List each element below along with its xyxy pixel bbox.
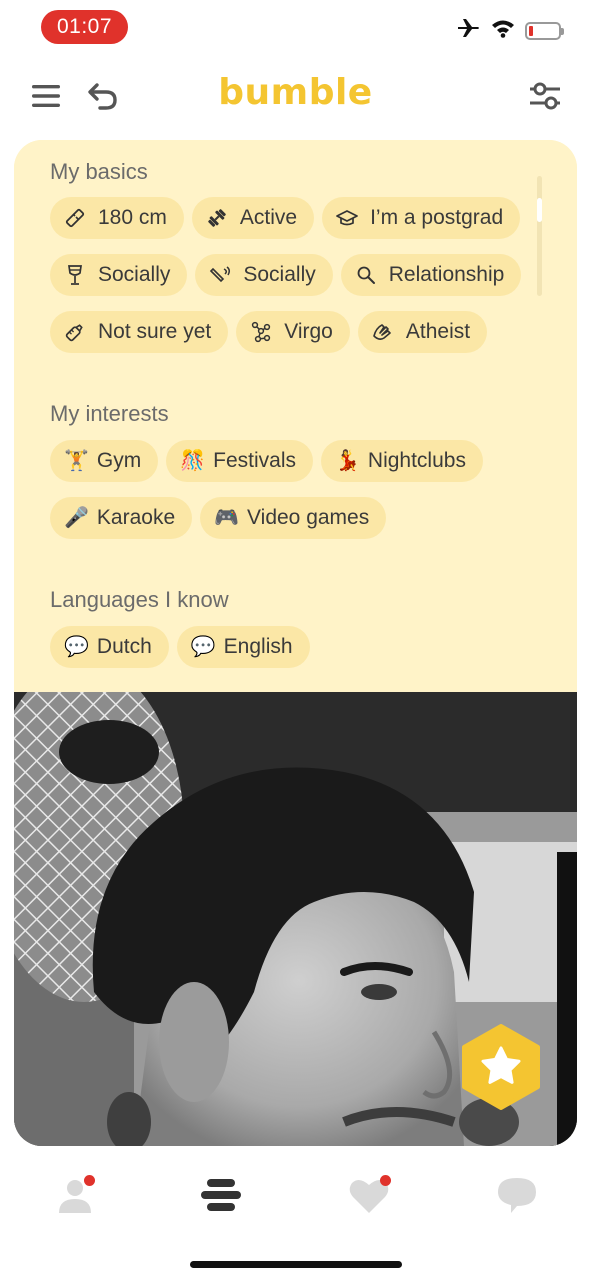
profile-info-panel: My basics 180 cm Active I’m a postgrad S… [14, 140, 577, 692]
nav-profile[interactable] [52, 1172, 98, 1218]
search-icon [355, 264, 377, 286]
praying-hands-icon [372, 321, 394, 343]
wifi-icon [491, 18, 515, 43]
scrollbar[interactable] [537, 176, 542, 296]
basic-chip: Relationship [340, 254, 522, 296]
basic-chip: Atheist [357, 311, 488, 353]
notification-dot [84, 1175, 95, 1186]
profile-card[interactable]: My basics 180 cm Active I’m a postgrad S… [14, 140, 577, 1146]
interests-chips: 🏋️ Gym 🎊 Festivals 💃 Nightclubs 🎤 Karaok… [50, 440, 530, 539]
language-chip: 💬 English [176, 626, 310, 668]
basic-chip: I’m a postgrad [322, 197, 521, 239]
nav-chats[interactable] [494, 1172, 540, 1218]
status-icons [457, 18, 564, 43]
basic-chip: 180 cm [50, 197, 184, 239]
star-icon [462, 1024, 540, 1110]
basics-chips: 180 cm Active I’m a postgrad Socially So… [50, 197, 530, 353]
airplane-icon [457, 18, 481, 43]
interest-chip: 💃 Nightclubs [321, 440, 483, 482]
game-controller-emoji-icon: 🎮 [214, 507, 240, 529]
interests-title: My interests [50, 401, 169, 426]
chat-bubble-icon [498, 1178, 536, 1213]
dumbbell-icon [206, 207, 228, 229]
app-header: bumble [0, 60, 591, 130]
home-indicator[interactable] [190, 1261, 402, 1268]
microphone-emoji-icon: 🎤 [64, 507, 89, 529]
battery-icon [525, 21, 564, 40]
basic-chip: Active [191, 197, 315, 239]
profile-photo[interactable] [14, 692, 577, 1146]
bottom-nav [0, 1160, 591, 1230]
speech-bubble-emoji-icon: 💬 [64, 636, 89, 658]
baby-bottle-icon [64, 321, 86, 343]
basic-chip: Virgo [236, 311, 350, 353]
discover-icon [201, 1179, 241, 1211]
superswipe-button[interactable] [458, 1024, 544, 1110]
interest-chip: 🎤 Karaoke [50, 497, 193, 539]
languages-chips: 💬 Dutch 💬 English [50, 626, 530, 668]
notification-dot [380, 1175, 391, 1186]
ruler-icon [64, 207, 86, 229]
basic-chip: Socially [195, 254, 333, 296]
dancer-emoji-icon: 💃 [335, 450, 360, 472]
status-bar: 01:07 [0, 0, 591, 56]
festival-emoji-icon: 🎊 [180, 450, 206, 472]
basic-chip: Socially [50, 254, 188, 296]
interest-chip: 🎊 Festivals [166, 440, 313, 482]
filter-icon[interactable] [525, 76, 565, 116]
nav-discover[interactable] [198, 1172, 244, 1218]
language-chip: 💬 Dutch [50, 626, 169, 668]
bumble-logo: bumble [218, 72, 373, 113]
zodiac-icon [250, 321, 272, 343]
smoking-icon [209, 264, 231, 286]
languages-title: Languages I know [50, 587, 229, 612]
speech-bubble-emoji-icon: 💬 [190, 636, 216, 658]
status-time: 01:07 [41, 10, 128, 44]
basic-chip: Not sure yet [50, 311, 229, 353]
interest-chip: 🏋️ Gym [50, 440, 159, 482]
wine-glass-icon [64, 264, 86, 286]
graduation-cap-icon [336, 207, 358, 229]
gym-emoji-icon: 🏋️ [64, 450, 89, 472]
interest-chip: 🎮 Video games [200, 497, 387, 539]
nav-likes[interactable] [346, 1172, 392, 1218]
basics-title: My basics [50, 159, 148, 184]
